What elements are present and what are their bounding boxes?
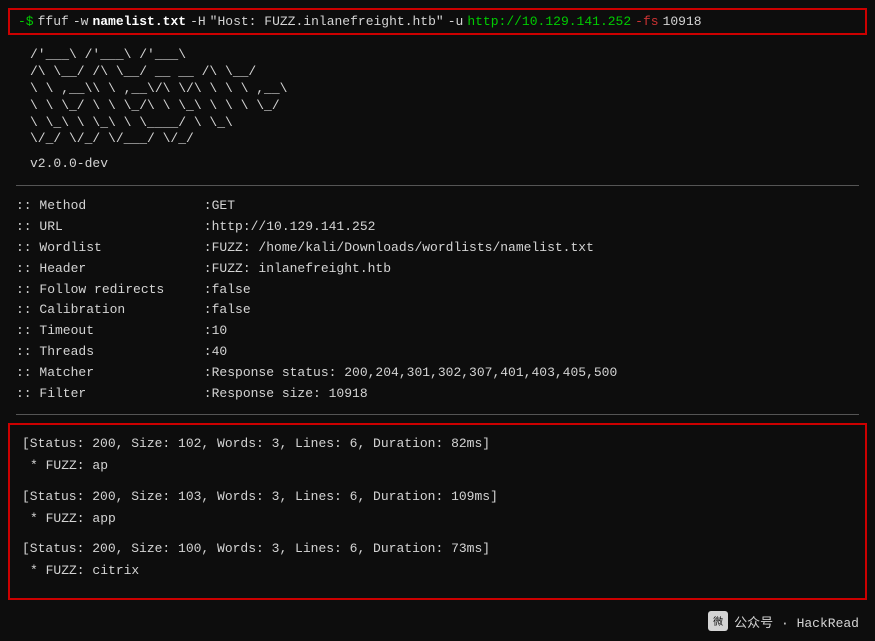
config-threads-label: :: Threads bbox=[16, 342, 196, 363]
cmd-filter-size: 10918 bbox=[663, 14, 702, 29]
config-calibration: :: Calibration : false bbox=[16, 300, 859, 321]
config-header-label: :: Header bbox=[16, 259, 196, 280]
config-url-sep: : bbox=[196, 217, 212, 238]
watermark-text: 公众号 · HackRead bbox=[734, 612, 859, 631]
config-filter-sep: : bbox=[196, 384, 212, 405]
results-box: [Status: 200, Size: 102, Words: 3, Lines… bbox=[8, 423, 867, 600]
result-fuzz-2: * FUZZ: app bbox=[22, 508, 853, 530]
cmd-flag-H: -H bbox=[190, 14, 206, 29]
ascii-line-6: \/_/ \/_/ \/___/ \/_/ bbox=[30, 131, 845, 148]
config-wordlist-value: FUZZ: /home/kali/Downloads/wordlists/nam… bbox=[212, 238, 594, 259]
result-status-1: [Status: 200, Size: 102, Words: 3, Lines… bbox=[22, 433, 853, 455]
config-threads-sep: : bbox=[196, 342, 212, 363]
result-entry-2: [Status: 200, Size: 103, Words: 3, Lines… bbox=[22, 486, 853, 530]
config-threads-value: 40 bbox=[212, 342, 228, 363]
config-method-sep: : bbox=[196, 196, 212, 217]
config-matcher-value: Response status: 200,204,301,302,307,401… bbox=[212, 363, 618, 384]
config-timeout-value: 10 bbox=[212, 321, 228, 342]
config-matcher-label: :: Matcher bbox=[16, 363, 196, 384]
cmd-flag-w: -w bbox=[73, 14, 89, 29]
config-url-label: :: URL bbox=[16, 217, 196, 238]
result-status-3: [Status: 200, Size: 100, Words: 3, Lines… bbox=[22, 538, 853, 560]
config-url-value: http://10.129.141.252 bbox=[212, 217, 376, 238]
terminal: -$ ffuf -w namelist.txt -H "Host: FUZZ.i… bbox=[0, 0, 875, 641]
cmd-flag-u: -u bbox=[448, 14, 464, 29]
config-url: :: URL : http://10.129.141.252 bbox=[16, 217, 859, 238]
config-wordlist-sep: : bbox=[196, 238, 212, 259]
ascii-line-1: /'___\ /'___\ /'___\ bbox=[30, 47, 845, 64]
ascii-line-4: \ \ \_/ \ \ \_/\ \ \_\ \ \ \ \_/ bbox=[30, 98, 845, 115]
result-fuzz-3: * FUZZ: citrix bbox=[22, 560, 853, 582]
config-matcher: :: Matcher : Response status: 200,204,30… bbox=[16, 363, 859, 384]
version-text: v2.0.0-dev bbox=[0, 152, 875, 179]
ascii-line-3: \ \ ,__\\ \ ,__\/\ \/\ \ \ \ ,__\ bbox=[30, 81, 845, 98]
wechat-icon: 微 bbox=[708, 611, 728, 631]
prompt-symbol: -$ bbox=[18, 14, 34, 29]
cmd-wordlist: namelist.txt bbox=[92, 14, 186, 29]
config-follow-value: false bbox=[212, 280, 251, 301]
config-header: :: Header : FUZZ: inlanefreight.htb bbox=[16, 259, 859, 280]
config-wordlist: :: Wordlist : FUZZ: /home/kali/Downloads… bbox=[16, 238, 859, 259]
divider-2 bbox=[16, 414, 859, 415]
config-method: :: Method : GET bbox=[16, 196, 859, 217]
config-header-sep: : bbox=[196, 259, 212, 280]
cmd-url: http://10.129.141.252 bbox=[467, 14, 631, 29]
config-method-value: GET bbox=[212, 196, 235, 217]
config-section: :: Method : GET :: URL : http://10.129.1… bbox=[0, 192, 875, 408]
config-matcher-sep: : bbox=[196, 363, 212, 384]
config-threads: :: Threads : 40 bbox=[16, 342, 859, 363]
config-method-label: :: Method bbox=[16, 196, 196, 217]
config-follow-sep: : bbox=[196, 280, 212, 301]
cmd-flag-fs: -fs bbox=[635, 14, 658, 29]
result-fuzz-1: * FUZZ: ap bbox=[22, 455, 853, 477]
config-calibration-label: :: Calibration bbox=[16, 300, 196, 321]
config-follow: :: Follow redirects : false bbox=[16, 280, 859, 301]
config-filter: :: Filter : Response size: 10918 bbox=[16, 384, 859, 405]
cmd-tool: ffuf bbox=[38, 14, 69, 29]
config-filter-value: Response size: 10918 bbox=[212, 384, 368, 405]
result-entry-3: [Status: 200, Size: 100, Words: 3, Lines… bbox=[22, 538, 853, 582]
ascii-art: /'___\ /'___\ /'___\ /\ \__/ /\ \__/ __ … bbox=[0, 43, 875, 152]
ascii-line-5: \ \_\ \ \_\ \ \____/ \ \_\ bbox=[30, 115, 845, 132]
watermark: 微 公众号 · HackRead bbox=[708, 611, 859, 631]
result-entry-1: [Status: 200, Size: 102, Words: 3, Lines… bbox=[22, 433, 853, 477]
command-line: -$ ffuf -w namelist.txt -H "Host: FUZZ.i… bbox=[8, 8, 867, 35]
config-calibration-value: false bbox=[212, 300, 251, 321]
config-calibration-sep: : bbox=[196, 300, 212, 321]
cmd-host-header: "Host: FUZZ.inlanefreight.htb" bbox=[210, 14, 444, 29]
config-timeout-sep: : bbox=[196, 321, 212, 342]
ascii-line-2: /\ \__/ /\ \__/ __ __ /\ \__/ bbox=[30, 64, 845, 81]
result-status-2: [Status: 200, Size: 103, Words: 3, Lines… bbox=[22, 486, 853, 508]
config-timeout: :: Timeout : 10 bbox=[16, 321, 859, 342]
divider-1 bbox=[16, 185, 859, 186]
config-header-value: FUZZ: inlanefreight.htb bbox=[212, 259, 391, 280]
config-wordlist-label: :: Wordlist bbox=[16, 238, 196, 259]
config-follow-label: :: Follow redirects bbox=[16, 280, 196, 301]
config-filter-label: :: Filter bbox=[16, 384, 196, 405]
config-timeout-label: :: Timeout bbox=[16, 321, 196, 342]
